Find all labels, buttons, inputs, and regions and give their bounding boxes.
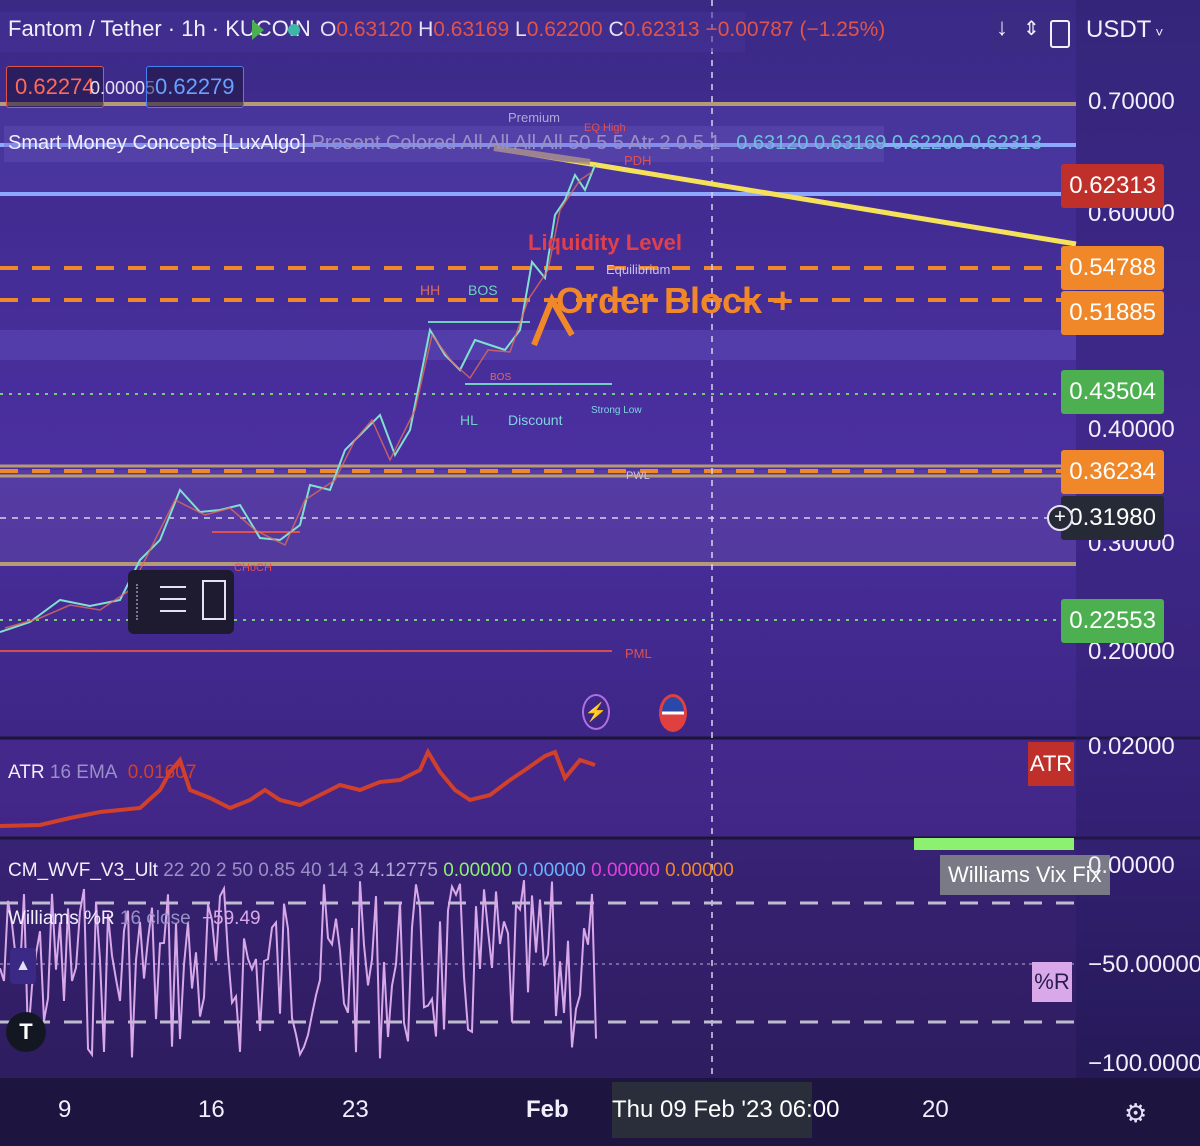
currency-selector[interactable]: USDT ˅ [1086, 16, 1163, 44]
ohlc-values: O0.63120 H0.63169 L0.62200 C0.62313 −0.0… [320, 18, 885, 42]
wvf-badge: Williams Vix Fix [940, 855, 1110, 895]
level-price-label: 0.51885 [1061, 291, 1164, 335]
price-tick: 0.70000 [1088, 88, 1175, 115]
open-value: 0.63120 [336, 18, 413, 41]
wr-badge: %R [1032, 962, 1072, 1002]
atr-name: ATR [8, 762, 45, 783]
arrow-down-icon[interactable]: ↓ [996, 14, 1008, 42]
wvf-value: 0.00000 [591, 860, 660, 881]
wr-value: −59.49 [201, 908, 261, 929]
strong-low-label: Strong Low [591, 405, 642, 416]
price-tick: 0.40000 [1088, 416, 1175, 443]
atr-value: 0.01607 [127, 762, 197, 783]
symbol-title[interactable]: Fantom / Tether · 1h · KUCOIN [8, 16, 311, 42]
price-tick: 0.02000 [1088, 733, 1175, 760]
discount-label: Discount [508, 412, 563, 428]
time-tick: 9 [58, 1096, 72, 1123]
bos-label: BOS [490, 372, 512, 383]
wvf-value: 0.00000 [517, 860, 586, 881]
wr-tick: −50.00000 [1088, 951, 1200, 978]
us-flag-event-icon[interactable] [659, 694, 687, 732]
high-value: 0.63169 [433, 18, 510, 41]
hh-label: HH [420, 282, 441, 298]
equilibrium-label: Equilibrium [606, 262, 671, 277]
eq-high-label: EQ High [584, 122, 626, 134]
atr-badge: ATR [1028, 742, 1074, 786]
collapse-icon[interactable]: ⇕ [1023, 16, 1040, 41]
wvf-name: CM_WVF_V3_Ult [8, 860, 158, 881]
wr-params: 16 close [119, 908, 191, 929]
hl-label: HL [460, 412, 478, 428]
time-tick: 23 [342, 1096, 369, 1123]
settings-gear-icon[interactable]: ⚙ [1124, 1098, 1147, 1129]
market-open-icon [252, 20, 264, 40]
bounding-box-icon[interactable] [202, 580, 226, 620]
choch-label: CHoCH [234, 562, 272, 574]
time-axis-bg [0, 1078, 1200, 1146]
premium-label: Premium [508, 110, 561, 125]
low-value: 0.62200 [526, 18, 603, 41]
wvf-value: 0.00000 [443, 860, 512, 881]
atr-params: 16 EMA [49, 762, 117, 783]
smc-params: Present Colored All All All All 50 5 5 A… [311, 132, 721, 154]
status-dot-icon [288, 24, 300, 36]
atr-legend[interactable]: ATR 16 EMA 0.01607 [8, 762, 196, 784]
wvf-legend[interactable]: CM_WVF_V3_Ult 22 20 2 50 0.85 40 14 3 4.… [8, 860, 734, 882]
drag-handle-icon[interactable] [136, 584, 144, 620]
maximize-icon[interactable] [1050, 20, 1070, 48]
smc-values: 0.63120 0.63169 0.62200 0.62313 [736, 132, 1043, 154]
change-value: −0.00787 (−1.25%) [705, 18, 886, 41]
pwl-label: PWL [626, 470, 650, 482]
liquidity-label: Liquidity Level [528, 230, 683, 255]
pdh-label: PDH [624, 153, 652, 168]
wvf-params: 22 20 2 50 0.85 40 14 3 [163, 860, 364, 881]
wvf-bar [914, 838, 1074, 850]
bos-label: BOS [468, 282, 498, 298]
close-value: 0.62313 [623, 18, 700, 41]
currency-label: USDT [1086, 16, 1152, 43]
tradingview-logo-icon[interactable]: T [6, 1012, 46, 1052]
crosshair-time-label: Thu 09 Feb '23 06:00 [612, 1082, 839, 1138]
low-label: L [515, 18, 527, 41]
lightning-event-icon[interactable]: ⚡ [582, 694, 610, 730]
smc-name: Smart Money Concepts [LuxAlgo] [8, 132, 306, 154]
open-label: O [320, 18, 337, 41]
wvf-value: 4.12775 [369, 860, 438, 881]
ask-button[interactable]: 0.62279 [146, 66, 244, 108]
high-label: H [418, 18, 434, 41]
level-price-label: 0.54788 [1061, 246, 1164, 290]
pml-label: PML [625, 646, 652, 661]
chevron-down-icon: ˅ [1151, 24, 1164, 40]
wvf-value: 0.00000 [665, 860, 734, 881]
level-price-label: 0.36234 [1061, 450, 1164, 494]
smc-legend[interactable]: Smart Money Concepts [LuxAlgo] Present C… [8, 132, 1042, 155]
order-block-label: Order Block + [556, 280, 794, 321]
wr-legend[interactable]: Williams %R 16 close −59.49 [8, 908, 261, 930]
wr-name: Williams %R [8, 908, 115, 929]
wr-tick: −100.00000 [1088, 1050, 1200, 1077]
bid-button[interactable]: 0.62274 [6, 66, 104, 108]
time-tick: Feb [526, 1096, 569, 1123]
collapse-up-icon[interactable]: ▲ [10, 948, 36, 984]
time-tick: 20 [922, 1096, 949, 1123]
settings-sliders-icon[interactable] [160, 580, 186, 620]
crosshair-price-label: 0.31980 [1061, 496, 1164, 540]
level-price-label: 0.22553 [1061, 599, 1164, 643]
last-price-label: 0.62313 [1061, 164, 1164, 208]
level-price-label: 0.43504 [1061, 370, 1164, 414]
add-alert-icon[interactable]: + [1047, 505, 1073, 531]
time-tick: 16 [198, 1096, 225, 1123]
close-label: C [608, 18, 624, 41]
wr-tick: 0.00000 [1088, 852, 1175, 879]
